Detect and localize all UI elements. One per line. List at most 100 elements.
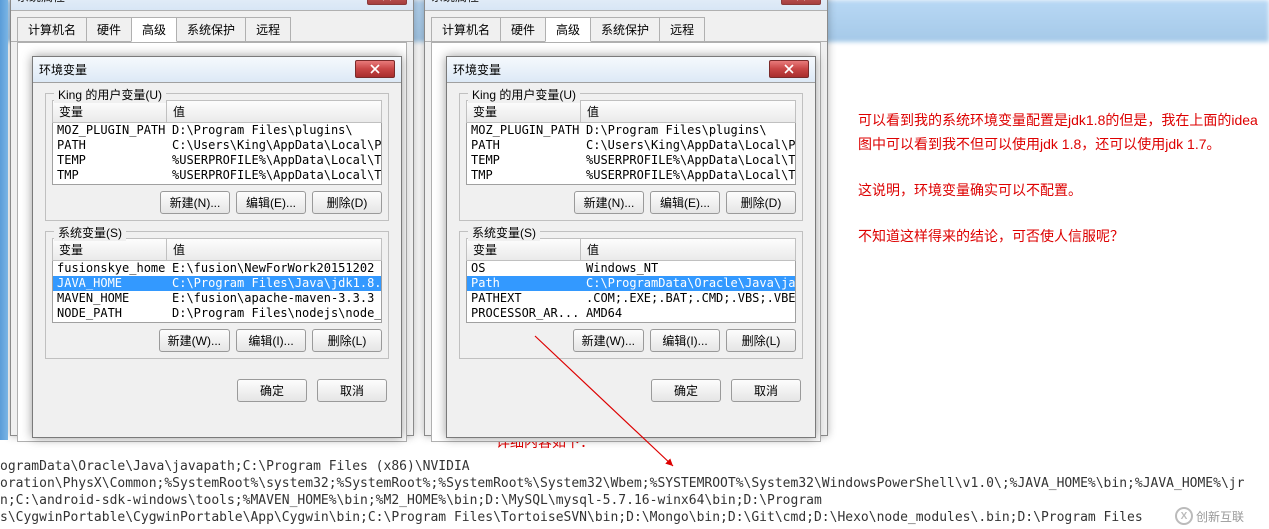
var-name: TMP <box>53 168 168 183</box>
titlebar[interactable]: 系统属性 <box>11 0 413 11</box>
sys-vars-header: 变量 值 <box>466 238 796 261</box>
tab-advanced[interactable]: 高级 <box>131 17 177 42</box>
var-name: PROCESSOR_AR... <box>467 306 582 321</box>
titlebar[interactable]: 系统属性 <box>425 0 827 11</box>
list-row[interactable]: fusionskye_homeE:\fusion\NewForWork20151… <box>53 261 381 276</box>
var-name: TMP <box>467 168 582 183</box>
tab-computer-name[interactable]: 计算机名 <box>17 17 87 41</box>
var-name: JAVA_HOME <box>53 276 168 291</box>
list-row[interactable]: PROCESSOR_AR...AMD64 <box>467 306 795 321</box>
sys-vars-title: 系统变量(S) <box>468 224 540 241</box>
var-value: D:\Program Files\plugins\ <box>582 123 795 138</box>
list-row[interactable]: TMP%USERPROFILE%\AppData\Local\Temp <box>467 168 795 183</box>
cancel-button[interactable]: 取消 <box>317 379 387 402</box>
sys-vars-list[interactable]: OSWindows_NTPathC:\ProgramData\Oracle\Ja… <box>466 261 796 323</box>
var-value: D:\Program Files\plugins\ <box>168 123 381 138</box>
var-value: C:\ProgramData\Oracle\Java\java... <box>582 276 795 291</box>
list-row[interactable]: PATHC:\Users\King\AppData\Local\Pro... <box>53 138 381 153</box>
col-value[interactable]: 值 <box>167 100 382 123</box>
col-variable[interactable]: 变量 <box>466 238 581 261</box>
tab-hardware[interactable]: 硬件 <box>86 17 132 41</box>
delete-button[interactable]: 删除(L) <box>312 329 382 352</box>
col-variable[interactable]: 变量 <box>52 100 167 123</box>
var-value: C:\Users\King\AppData\Local\Pro... <box>582 138 795 153</box>
tabs-bar: 计算机名 硬件 高级 系统保护 远程 <box>11 11 413 42</box>
close-button[interactable] <box>355 60 395 78</box>
user-vars-title: King 的用户变量(U) <box>468 86 580 103</box>
list-row[interactable]: MOZ_PLUGIN_PATHD:\Program Files\plugins\ <box>467 123 795 138</box>
list-row[interactable]: PATHC:\Users\King\AppData\Local\Pro... <box>467 138 795 153</box>
col-value[interactable]: 值 <box>581 238 796 261</box>
user-vars-header: 变量 值 <box>52 100 382 123</box>
sys-vars-list[interactable]: fusionskye_homeE:\fusion\NewForWork20151… <box>52 261 382 323</box>
window-title: 系统属性 <box>17 0 65 5</box>
list-row[interactable]: TEMP%USERPROFILE%\AppData\Local\Temp <box>467 153 795 168</box>
close-icon <box>796 0 806 1</box>
path-line-4: s\CygwinPortable\CygwinPortable\App\Cygw… <box>0 509 1269 526</box>
col-value[interactable]: 值 <box>581 100 796 123</box>
annotation-p1: 可以看到我的系统环境变量配置是jdk1.8的但是，我在上面的idea图中可以看到… <box>858 108 1258 156</box>
list-row[interactable]: TEMP%USERPROFILE%\AppData\Local\Temp <box>53 153 381 168</box>
tab-system-protection[interactable]: 系统保护 <box>176 17 246 41</box>
env-title: 环境变量 <box>453 61 501 78</box>
annotation-p2: 这说明，环境变量确实可以不配置。 <box>858 178 1258 202</box>
var-value: E:\fusion\NewForWork20151202 <box>168 261 381 276</box>
new-button[interactable]: 新建(W)... <box>573 329 644 352</box>
var-value: E:\fusion\apache-maven-3.3.3 <box>168 291 381 306</box>
tab-advanced[interactable]: 高级 <box>545 17 591 42</box>
sys-vars-group: 系统变量(S) 变量 值 OSWindows_NTPathC:\ProgramD… <box>459 231 803 359</box>
col-variable[interactable]: 变量 <box>52 238 167 261</box>
list-row[interactable]: MOZ_PLUGIN_PATHD:\Program Files\plugins\ <box>53 123 381 138</box>
list-row[interactable]: JAVA_HOMEC:\Program Files\Java\jdk1.8.0_… <box>53 276 381 291</box>
edit-button[interactable]: 编辑(E)... <box>236 191 306 214</box>
list-row[interactable]: NODE_PATHD:\Program Files\nodejs\node_gl <box>53 306 381 321</box>
edit-button[interactable]: 编辑(I)... <box>236 329 306 352</box>
window-title: 系统属性 <box>431 0 479 5</box>
list-row[interactable]: PATHEXT.COM;.EXE;.BAT;.CMD;.VBS;.VBE;... <box>467 291 795 306</box>
col-value[interactable]: 值 <box>167 238 382 261</box>
list-row[interactable]: PathC:\ProgramData\Oracle\Java\java... <box>467 276 795 291</box>
var-name: MOZ_PLUGIN_PATH <box>467 123 582 138</box>
close-button[interactable] <box>781 0 821 5</box>
annotation-text: 可以看到我的系统环境变量配置是jdk1.8的但是，我在上面的idea图中可以看到… <box>858 108 1258 270</box>
list-row[interactable]: TMP%USERPROFILE%\AppData\Local\Temp <box>53 168 381 183</box>
new-button[interactable]: 新建(N)... <box>160 191 230 214</box>
edit-button[interactable]: 编辑(I)... <box>650 329 720 352</box>
close-button[interactable] <box>769 60 809 78</box>
var-value: %USERPROFILE%\AppData\Local\Temp <box>582 153 795 168</box>
path-line-3: n;C:\android-sdk-windows\tools;%MAVEN_HO… <box>0 492 1269 509</box>
user-vars-group: King 的用户变量(U) 变量 值 MOZ_PLUGIN_PATHD:\Pro… <box>459 93 803 221</box>
var-name: OS <box>467 261 582 276</box>
tab-computer-name[interactable]: 计算机名 <box>431 17 501 41</box>
delete-button[interactable]: 删除(D) <box>312 191 382 214</box>
ok-button[interactable]: 确定 <box>651 379 721 402</box>
sys-vars-group: 系统变量(S) 变量 值 fusionskye_homeE:\fusion\Ne… <box>45 231 389 359</box>
delete-button[interactable]: 删除(L) <box>726 329 796 352</box>
close-icon <box>784 64 794 74</box>
env-titlebar[interactable]: 环境变量 <box>33 57 401 83</box>
delete-button[interactable]: 删除(D) <box>726 191 796 214</box>
watermark-text: 创新互联 <box>1196 508 1244 525</box>
env-vars-dialog-left: 环境变量 King 的用户变量(U) 变量 值 MOZ_PLUGIN_PATHD… <box>32 56 402 438</box>
tab-remote[interactable]: 远程 <box>245 17 291 41</box>
edit-button[interactable]: 编辑(E)... <box>650 191 720 214</box>
list-row[interactable]: OSWindows_NT <box>467 261 795 276</box>
var-value: %USERPROFILE%\AppData\Local\Temp <box>582 168 795 183</box>
new-button[interactable]: 新建(N)... <box>574 191 644 214</box>
tab-system-protection[interactable]: 系统保护 <box>590 17 660 41</box>
user-vars-header: 变量 值 <box>466 100 796 123</box>
env-titlebar[interactable]: 环境变量 <box>447 57 815 83</box>
var-value: AMD64 <box>582 306 795 321</box>
cancel-button[interactable]: 取消 <box>731 379 801 402</box>
user-vars-list[interactable]: MOZ_PLUGIN_PATHD:\Program Files\plugins\… <box>466 123 796 185</box>
tab-hardware[interactable]: 硬件 <box>500 17 546 41</box>
list-row[interactable]: MAVEN_HOMEE:\fusion\apache-maven-3.3.3 <box>53 291 381 306</box>
col-variable[interactable]: 变量 <box>466 100 581 123</box>
user-vars-list[interactable]: MOZ_PLUGIN_PATHD:\Program Files\plugins\… <box>52 123 382 185</box>
tabs-bar: 计算机名 硬件 高级 系统保护 远程 <box>425 11 827 42</box>
var-value: Windows_NT <box>582 261 795 276</box>
close-button[interactable] <box>367 0 407 5</box>
ok-button[interactable]: 确定 <box>237 379 307 402</box>
tab-remote[interactable]: 远程 <box>659 17 705 41</box>
new-button[interactable]: 新建(W)... <box>159 329 230 352</box>
